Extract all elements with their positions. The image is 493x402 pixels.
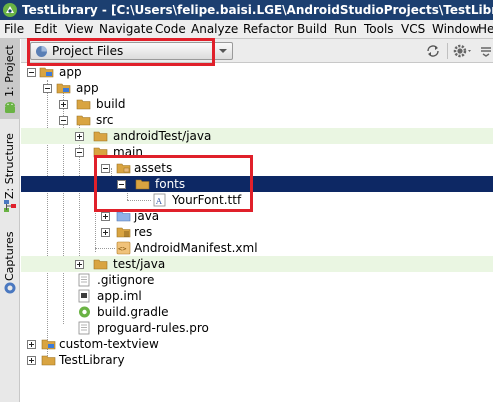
menu-window[interactable]: Window	[432, 20, 479, 38]
collapse-toggle[interactable]	[75, 148, 84, 157]
expand-toggle[interactable]	[101, 212, 110, 221]
tree-row-app-iml[interactable]: app.iml	[21, 288, 493, 304]
project-tree: app app build src androidTest/java main …	[21, 64, 493, 402]
captures-icon	[4, 282, 16, 294]
iml-file-icon	[78, 289, 90, 303]
title-bar: TestLibrary - [C:\Users\felipe.baisi.LGE…	[0, 0, 493, 20]
tree-row-build-gradle[interactable]: build.gradle	[21, 304, 493, 320]
tree-row-manifest[interactable]: <> AndroidManifest.xml	[21, 240, 493, 256]
tree-row-java[interactable]: java	[21, 208, 493, 224]
module-folder-icon	[39, 67, 54, 78]
expand-toggle[interactable]	[59, 100, 68, 109]
tree-label: androidTest/java	[113, 129, 212, 143]
expand-toggle[interactable]	[75, 132, 84, 141]
tree-label: build	[96, 97, 126, 111]
tool-window-strip: 1: Project Z: Structure Captures	[0, 39, 20, 402]
xml-file-icon: <>	[116, 241, 131, 255]
menu-file[interactable]: File	[4, 20, 24, 38]
tab-structure[interactable]: Z: Structure	[0, 133, 20, 213]
menu-analyze[interactable]: Analyze	[191, 20, 238, 38]
gear-icon[interactable]	[452, 43, 474, 59]
tree-label: res	[134, 225, 153, 239]
tree-label: app.iml	[97, 289, 142, 303]
tab-project[interactable]: 1: Project	[0, 39, 20, 119]
menu-help[interactable]: He	[478, 20, 493, 38]
menu-navigate[interactable]: Navigate	[99, 20, 153, 38]
assets-fonts-highlight	[94, 155, 253, 212]
tree-row-android-test[interactable]: androidTest/java	[21, 128, 493, 144]
tree-guide	[95, 248, 115, 249]
menu-refactor[interactable]: Refactor	[243, 20, 293, 38]
tree-label: AndroidManifest.xml	[134, 241, 258, 255]
expand-toggle[interactable]	[75, 260, 84, 269]
tree-row-test-java[interactable]: test/java	[21, 256, 493, 272]
folder-icon	[41, 355, 56, 366]
menu-code[interactable]: Code	[155, 20, 186, 38]
tree-row-yourfont[interactable]: A YourFont.ttf	[21, 192, 493, 208]
tree-label: TestLibrary	[59, 353, 125, 367]
menu-vcs[interactable]: VCS	[401, 20, 425, 38]
tree-row-gitignore[interactable]: .gitignore	[21, 272, 493, 288]
tree-row-custom-textview[interactable]: custom-textview	[21, 336, 493, 352]
tree-label: app	[59, 65, 82, 79]
resource-folder-icon	[116, 227, 131, 238]
test-folder-icon	[93, 131, 108, 142]
tab-captures-label: Captures	[3, 231, 16, 281]
tab-project-label: 1: Project	[3, 45, 16, 97]
collapse-toggle[interactable]	[43, 84, 52, 93]
tree-label: custom-textview	[59, 337, 159, 351]
menu-run[interactable]: Run	[334, 20, 357, 38]
expand-toggle[interactable]	[101, 228, 110, 237]
menu-bar: File Edit View Navigate Code Analyze Ref…	[0, 20, 493, 39]
tree-label: .gitignore	[97, 273, 155, 287]
tree-row-res[interactable]: res	[21, 224, 493, 240]
expand-toggle[interactable]	[27, 356, 36, 365]
test-folder-icon	[93, 259, 108, 270]
folder-icon	[76, 115, 91, 126]
gradle-file-icon	[79, 306, 90, 318]
folder-icon	[76, 99, 91, 110]
text-file-icon	[78, 321, 90, 335]
menu-edit[interactable]: Edit	[34, 20, 57, 38]
tree-label: src	[96, 113, 114, 127]
collapse-toggle[interactable]	[59, 116, 68, 125]
structure-icon	[4, 200, 16, 212]
tree-row-testlibrary[interactable]: TestLibrary	[21, 352, 493, 368]
expand-toggle[interactable]	[27, 340, 36, 349]
tree-row-main[interactable]: main	[21, 144, 493, 160]
tree-label: test/java	[113, 257, 166, 271]
tree-label: proguard-rules.pro	[97, 321, 209, 335]
menu-view[interactable]: View	[65, 20, 93, 38]
collapse-toggle[interactable]	[27, 68, 36, 77]
tree-row-app[interactable]: app	[21, 80, 493, 96]
toolbar-divider	[447, 43, 448, 59]
android-icon	[5, 102, 15, 113]
hide-panel-icon[interactable]	[479, 43, 493, 59]
svg-text:<>: <>	[118, 245, 126, 253]
sync-icon[interactable]	[424, 43, 442, 59]
tree-row-fonts[interactable]: fonts	[21, 176, 493, 192]
tree-row-proguard[interactable]: proguard-rules.pro	[21, 320, 493, 336]
tab-captures[interactable]: Captures	[0, 227, 20, 297]
tree-row-src[interactable]: src	[21, 112, 493, 128]
tree-row-app-root[interactable]: app	[21, 64, 493, 80]
module-folder-icon	[41, 339, 56, 350]
tree-row-assets[interactable]: assets	[21, 160, 493, 176]
chevron-down-icon	[219, 49, 227, 53]
window-title: TestLibrary - [C:\Users\felipe.baisi.LGE…	[22, 3, 493, 17]
menu-tools[interactable]: Tools	[364, 20, 394, 38]
module-folder-icon	[56, 83, 71, 94]
text-file-icon	[78, 273, 90, 287]
tree-row-build[interactable]: build	[21, 96, 493, 112]
view-selector-highlight	[27, 38, 215, 66]
tree-label: app	[76, 81, 99, 95]
tree-label: build.gradle	[97, 305, 169, 319]
tab-structure-label: Z: Structure	[3, 133, 16, 199]
menu-build[interactable]: Build	[297, 20, 327, 38]
android-studio-icon	[3, 3, 17, 17]
